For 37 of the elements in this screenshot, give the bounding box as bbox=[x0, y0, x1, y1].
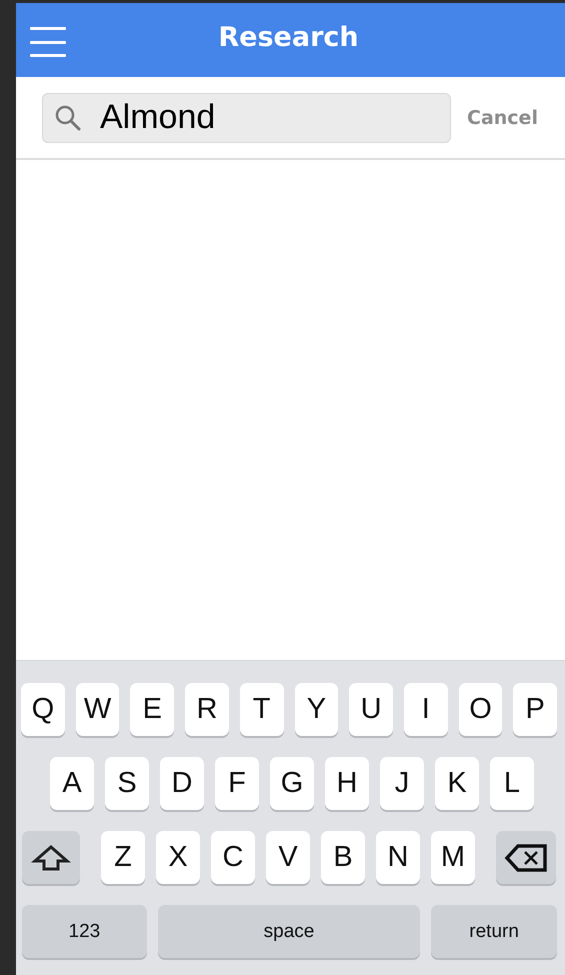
keyboard-key[interactable]: Z bbox=[101, 831, 145, 884]
keyboard-key[interactable]: F bbox=[215, 757, 259, 810]
keyboard-key[interactable]: B bbox=[321, 831, 365, 884]
keyboard-key[interactable]: U bbox=[349, 683, 393, 736]
keyboard-key[interactable]: C bbox=[211, 831, 255, 884]
numbers-key[interactable]: 123 bbox=[22, 905, 147, 958]
keyboard-key[interactable]: A bbox=[50, 757, 94, 810]
keyboard-key[interactable]: P bbox=[513, 683, 558, 736]
keyboard-key[interactable]: W bbox=[76, 683, 120, 736]
menu-icon[interactable] bbox=[28, 27, 68, 57]
shift-key[interactable] bbox=[22, 831, 80, 884]
keyboard-key[interactable]: T bbox=[240, 683, 284, 736]
keyboard-key[interactable]: R bbox=[185, 683, 229, 736]
keyboard-key[interactable]: V bbox=[266, 831, 310, 884]
keyboard-key[interactable]: S bbox=[105, 757, 149, 810]
keyboard-key[interactable]: G bbox=[270, 757, 314, 810]
keyboard-key[interactable]: M bbox=[431, 831, 475, 884]
shift-arrow-icon bbox=[31, 844, 71, 872]
keyboard-key[interactable]: J bbox=[380, 757, 424, 810]
keyboard-key[interactable]: N bbox=[376, 831, 420, 884]
keyboard-key[interactable]: Y bbox=[294, 683, 338, 736]
backspace-icon bbox=[504, 842, 548, 872]
space-key[interactable]: space bbox=[158, 905, 420, 958]
keyboard-key[interactable]: Q bbox=[21, 683, 65, 736]
backspace-key[interactable] bbox=[496, 831, 556, 884]
header-title: Research bbox=[218, 22, 359, 52]
search-field[interactable]: Almond bbox=[42, 92, 451, 142]
keyboard-key[interactable]: E bbox=[130, 683, 174, 736]
keyboard-key[interactable]: D bbox=[160, 757, 204, 810]
keyboard-key[interactable]: H bbox=[325, 757, 369, 810]
keyboard-key[interactable]: O bbox=[458, 683, 502, 736]
return-key[interactable]: return bbox=[431, 905, 557, 958]
keyboard-key[interactable]: X bbox=[156, 831, 200, 884]
keyboard-key[interactable]: K bbox=[435, 757, 479, 810]
keyboard-key[interactable]: L bbox=[490, 757, 534, 810]
keyboard-key[interactable]: I bbox=[404, 683, 448, 736]
search-icon bbox=[54, 104, 82, 132]
